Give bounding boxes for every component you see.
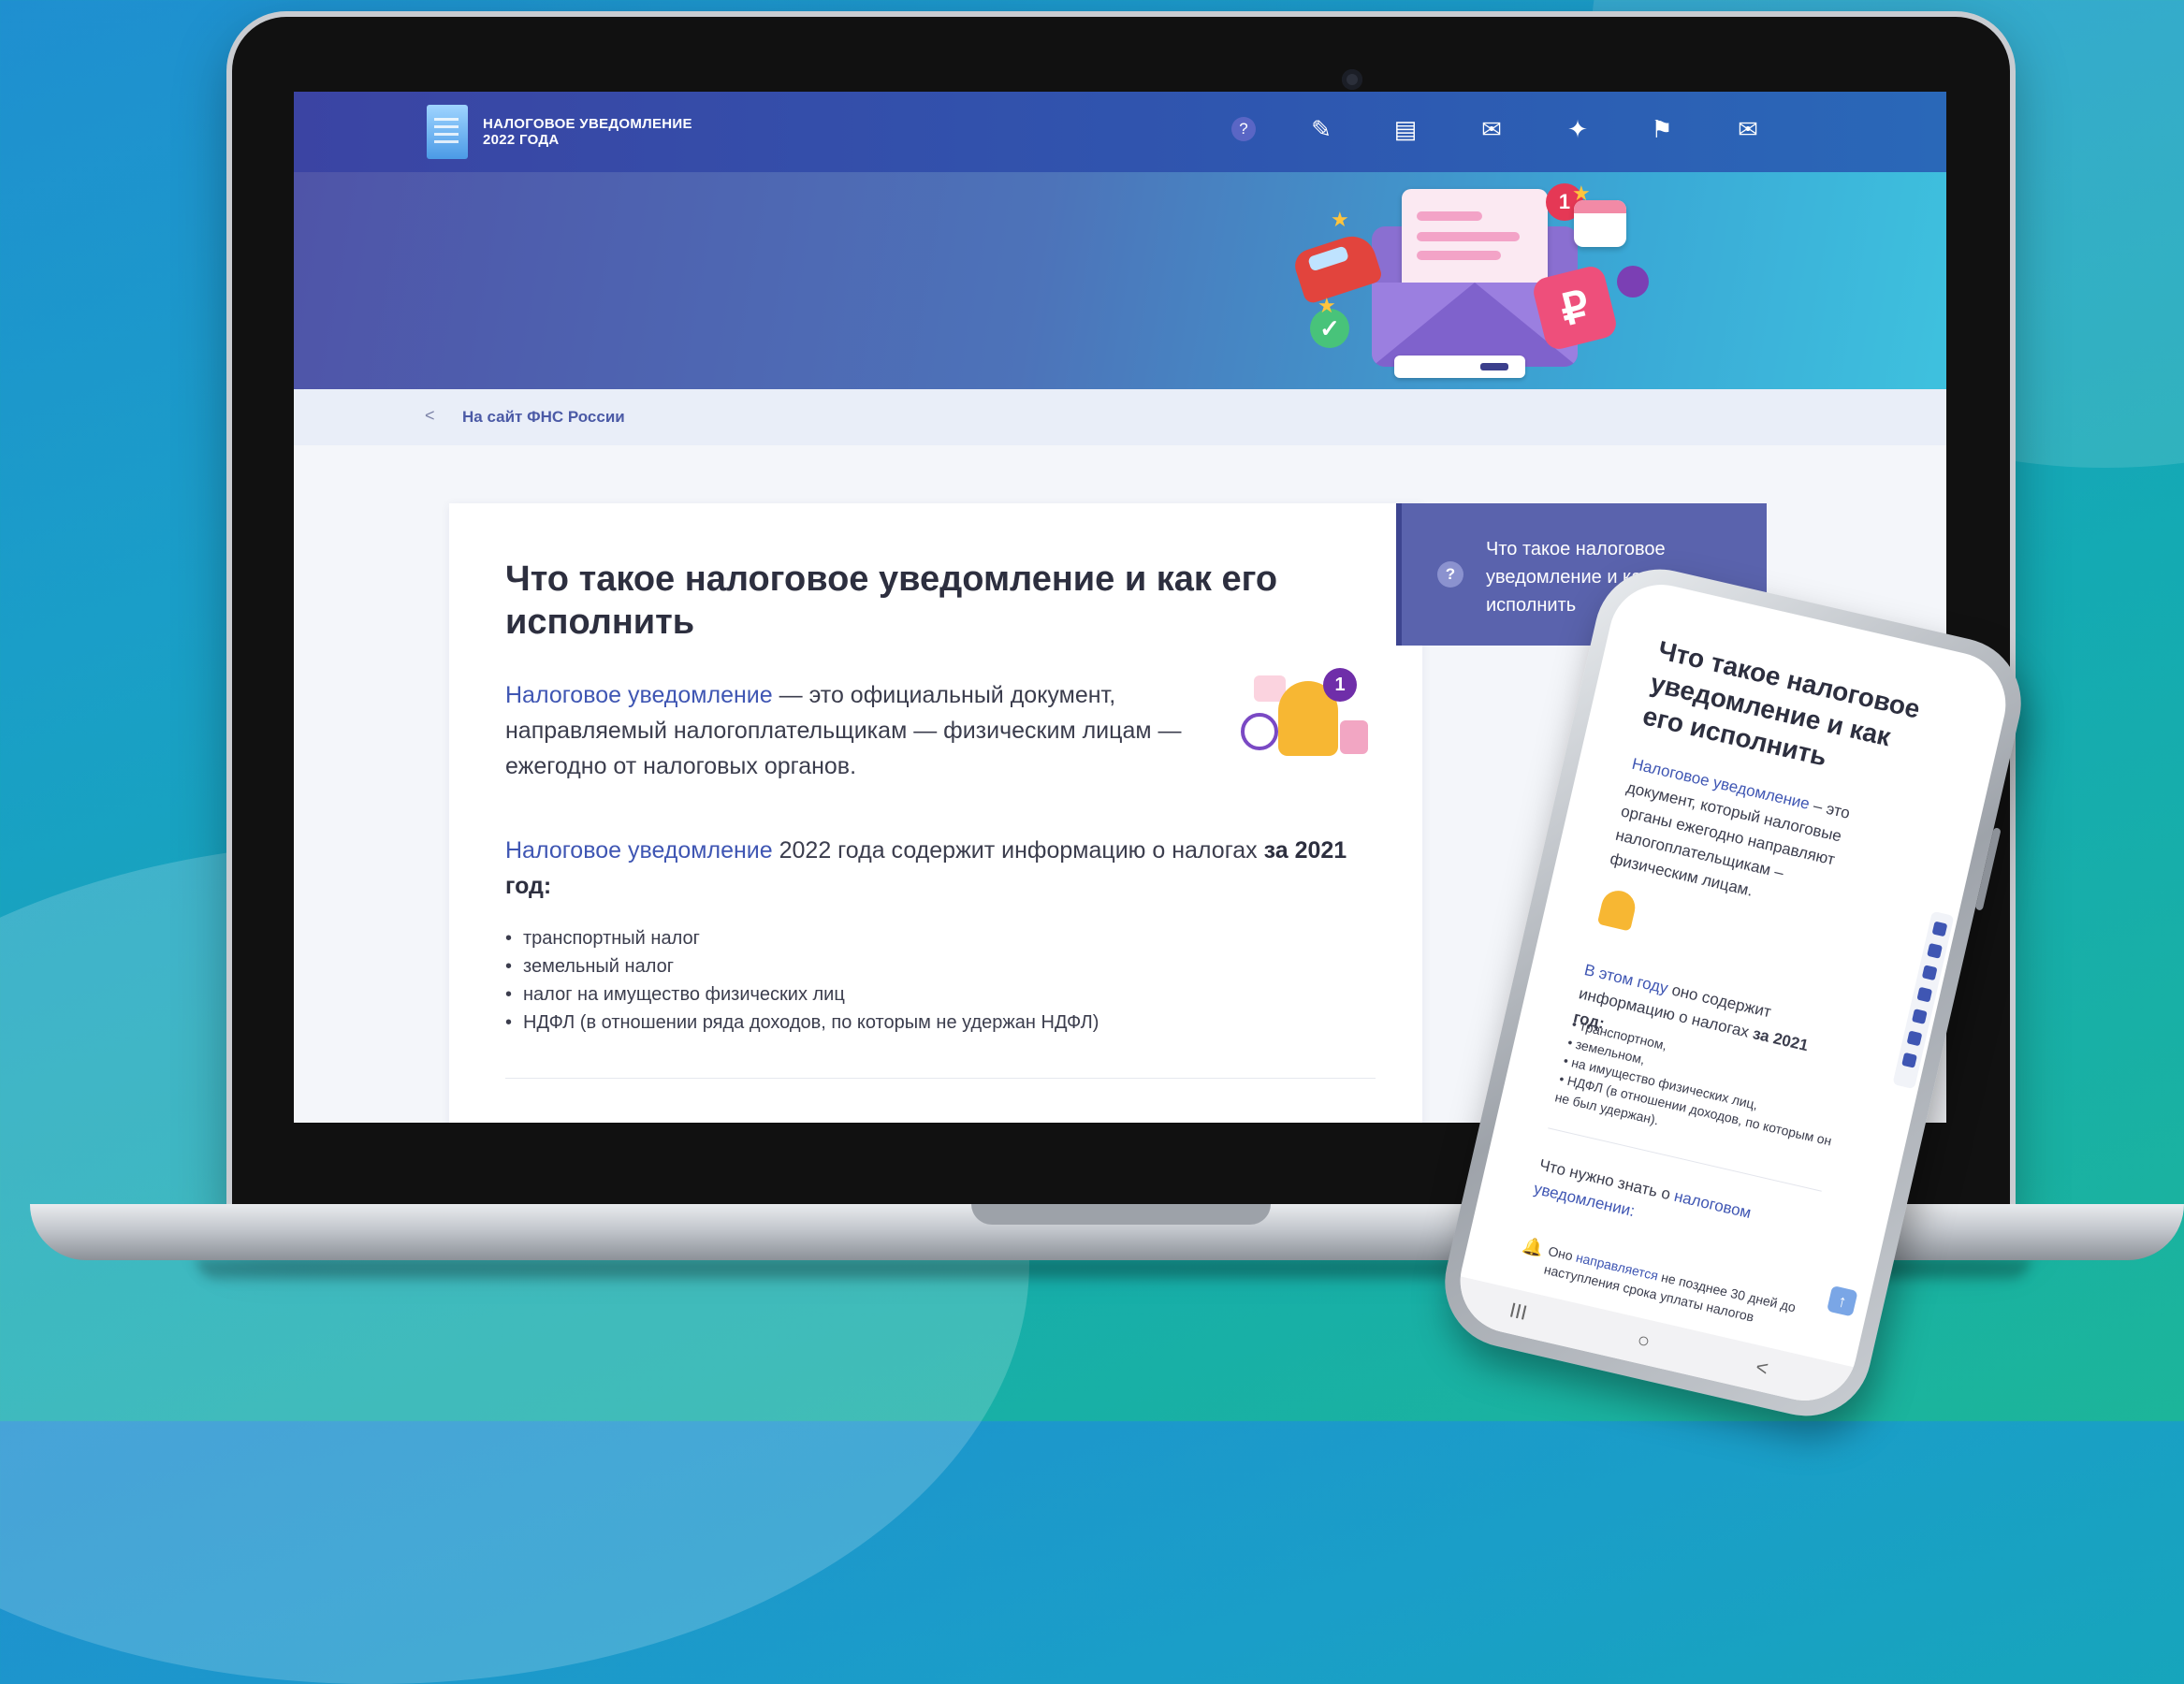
tax-notice-link-2[interactable]: Налоговое уведомление [505,837,773,864]
site-logo-text[interactable]: НАЛОГОВОЕ УВЕДОМЛЕНИЕ 2022 ГОДА [483,116,692,148]
list-item: транспортный налог [505,924,1099,952]
question-icon: ? [1437,561,1463,588]
pencil-icon[interactable]: ✎ [1304,112,1338,146]
hero-banner [294,172,1946,389]
list-item: земельный налог [505,952,1099,980]
pin-icon[interactable]: ✦ [1561,112,1594,146]
star-icon: ★ [1331,208,1349,231]
recent-apps-icon[interactable]: III [1507,1298,1529,1325]
phone-lead-paragraph: Налоговое уведомление – это документ, ко… [1608,752,1863,923]
laptop-notch [971,1204,1271,1225]
clipboard-icon[interactable]: ▤ [1389,112,1422,146]
calendar-icon [1574,200,1626,247]
star-icon: ★ [1572,181,1591,205]
divider [505,1078,1376,1079]
list-item: налог на имущество физических лиц [505,980,1099,1009]
tax-notice-link[interactable]: Налоговое уведомление [505,682,773,708]
camera-icon [1342,69,1362,90]
back-icon[interactable]: < [1754,1355,1770,1381]
breadcrumb: < На сайт ФНС России [294,389,1946,445]
content-paragraph: Налоговое уведомление 2022 года содержит… [505,833,1385,904]
chevron-left-icon[interactable]: < [425,406,435,426]
phone-bell-icon [1596,887,1638,932]
home-icon[interactable]: ○ [1635,1328,1653,1354]
tax-list: транспортный налог земельный налог налог… [505,924,1099,1037]
page-title: Что такое налоговое уведомление и как ег… [505,559,1278,642]
para2-text: 2022 года содержит информацию о налогах [772,837,1264,864]
slider-illustration [1394,356,1525,378]
back-to-fns-link[interactable]: На сайт ФНС России [462,408,625,427]
star-icon: ★ [1318,294,1336,317]
bell-icon: 🔔 [1521,1235,1546,1259]
logo-line-2: 2022 ГОДА [483,132,560,148]
envelope-icon[interactable]: ✉ [1475,112,1508,146]
phone-know-heading: Что нужно знать о налоговом уведомлении: [1531,1154,1798,1260]
help-icon[interactable]: ? [1231,117,1256,141]
top-navigation-bar: НАЛОГОВОЕ УВЕДОМЛЕНИЕ 2022 ГОДА ? ✎ ▤ ✉ … [294,92,1946,172]
logo-document-icon[interactable] [427,105,468,159]
bell-notification-icon: 1 [1241,668,1372,771]
list-item: НДФЛ (в отношении ряда доходов, по котор… [505,1009,1099,1037]
person-icon [1617,266,1649,298]
phone-lead-text: – это документ, который налоговые органы… [1608,778,1852,900]
clock-icon [1241,713,1278,750]
bell-badge: 1 [1323,668,1357,702]
logo-line-1: НАЛОГОВОЕ УВЕДОМЛЕНИЕ [483,116,692,132]
mail-open-icon[interactable]: ✉ [1731,112,1765,146]
phone-item-pre: Оно [1547,1242,1579,1265]
scroll-to-top-button[interactable]: ↑ [1827,1285,1858,1317]
lead-paragraph: Налоговое уведомление — это официальный … [505,677,1235,784]
article-card: Что такое налоговое уведомление и как ег… [449,503,1422,1123]
flag-icon[interactable]: ⚑ [1645,112,1679,146]
